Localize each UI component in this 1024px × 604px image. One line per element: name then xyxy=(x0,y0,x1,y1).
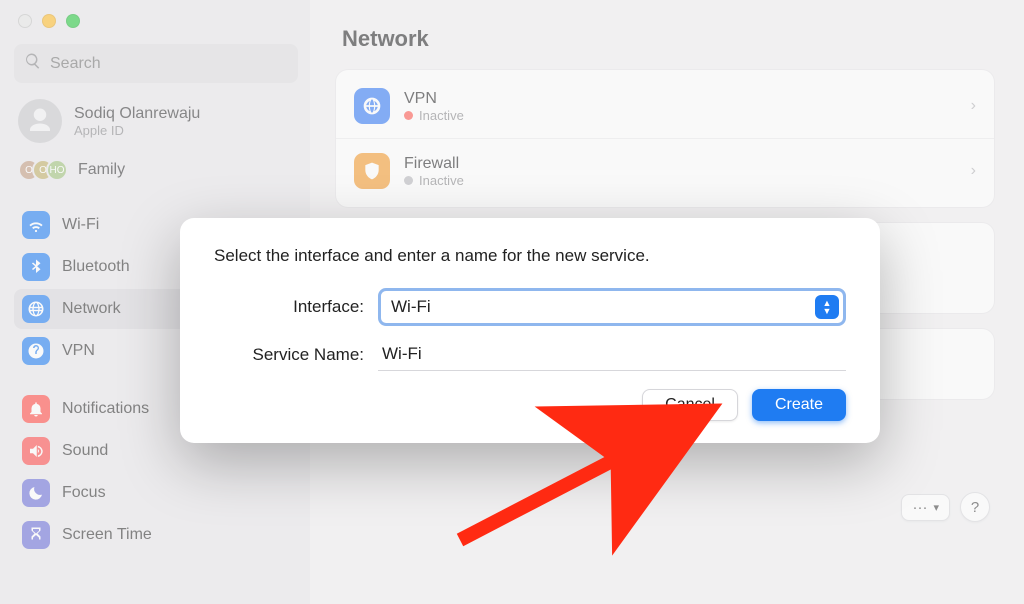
service-name-input[interactable] xyxy=(378,338,846,371)
sidebar-item-label: Focus xyxy=(62,484,106,502)
sidebar-item-label: Bluetooth xyxy=(62,258,130,276)
create-button[interactable]: Create xyxy=(752,389,846,421)
service-status: Inactive xyxy=(419,108,464,123)
speaker-icon xyxy=(22,437,50,465)
more-actions-button[interactable]: ··· ▾ xyxy=(901,494,950,521)
cancel-button[interactable]: Cancel xyxy=(642,389,738,421)
sidebar-item-label: Screen Time xyxy=(62,526,152,544)
chevron-down-icon: ▾ xyxy=(933,501,939,514)
close-window-button[interactable] xyxy=(18,14,32,28)
account-sub: Apple ID xyxy=(74,123,200,138)
service-name-label: Service Name: xyxy=(214,345,364,365)
sidebar-item-label: Wi-Fi xyxy=(62,216,99,234)
sidebar-item-label: Network xyxy=(62,300,121,318)
search-field[interactable] xyxy=(14,44,298,83)
vpn-icon xyxy=(22,337,50,365)
service-row-vpn[interactable]: VPN Inactive › xyxy=(336,74,994,138)
avatar xyxy=(18,99,62,143)
bluetooth-icon xyxy=(22,253,50,281)
globe-icon xyxy=(22,295,50,323)
help-icon: ? xyxy=(971,499,979,516)
page-title: Network xyxy=(336,20,994,70)
sidebar-item-focus[interactable]: Focus xyxy=(14,473,298,513)
select-arrows-icon: ▲▼ xyxy=(815,295,839,319)
interface-select[interactable]: Wi-Fi ▲▼ xyxy=(378,288,846,326)
sidebar-item-label: Notifications xyxy=(62,400,149,418)
search-icon xyxy=(24,52,42,75)
service-name: VPN xyxy=(404,90,464,108)
family-row[interactable]: O O HO Family xyxy=(14,153,298,193)
sidebar-item-screentime[interactable]: Screen Time xyxy=(14,515,298,555)
wifi-icon xyxy=(22,211,50,239)
sidebar-item-label: VPN xyxy=(62,342,95,360)
help-button[interactable]: ? xyxy=(960,492,990,522)
interface-value: Wi-Fi xyxy=(381,291,843,323)
interface-label: Interface: xyxy=(214,297,364,317)
hourglass-icon xyxy=(22,521,50,549)
services-card: VPN Inactive › Firewall Inactive › xyxy=(336,70,994,207)
chevron-right-icon: › xyxy=(971,162,976,180)
minimize-window-button[interactable] xyxy=(42,14,56,28)
service-row-firewall[interactable]: Firewall Inactive › xyxy=(336,138,994,203)
account-name: Sodiq Olanrewaju xyxy=(74,105,200,123)
ellipsis-icon: ··· xyxy=(912,499,927,516)
moon-icon xyxy=(22,479,50,507)
sidebar-item-label: Sound xyxy=(62,442,108,460)
new-service-dialog: Select the interface and enter a name fo… xyxy=(180,218,880,443)
status-dot-icon xyxy=(404,111,413,120)
vpn-globe-icon xyxy=(354,88,390,124)
family-avatars: O O HO xyxy=(18,159,68,181)
service-name: Firewall xyxy=(404,155,464,173)
bell-icon xyxy=(22,395,50,423)
family-label: Family xyxy=(78,161,125,179)
window-traffic-lights xyxy=(14,10,298,38)
service-status: Inactive xyxy=(419,173,464,188)
shield-icon xyxy=(354,153,390,189)
search-input[interactable] xyxy=(50,55,288,73)
chevron-right-icon: › xyxy=(971,97,976,115)
dialog-prompt: Select the interface and enter a name fo… xyxy=(214,246,846,266)
maximize-window-button[interactable] xyxy=(66,14,80,28)
apple-id-row[interactable]: Sodiq Olanrewaju Apple ID xyxy=(14,89,298,147)
status-dot-icon xyxy=(404,176,413,185)
